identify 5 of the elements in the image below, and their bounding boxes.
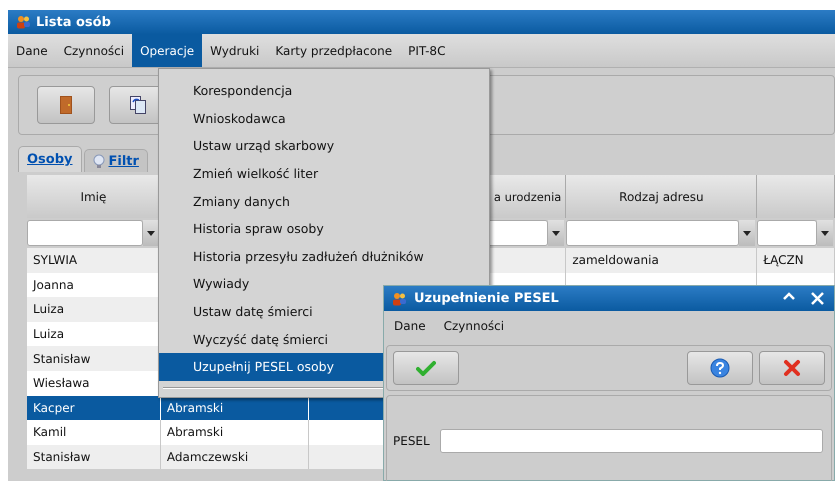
table-cell: Adamczewski (160, 444, 310, 470)
dialog-title: Uzupełnienie PESEL (414, 291, 559, 306)
table-cell: Stanisław (27, 444, 161, 470)
field-label: PESEL (393, 434, 430, 448)
window-title: Lista osób (36, 14, 111, 30)
